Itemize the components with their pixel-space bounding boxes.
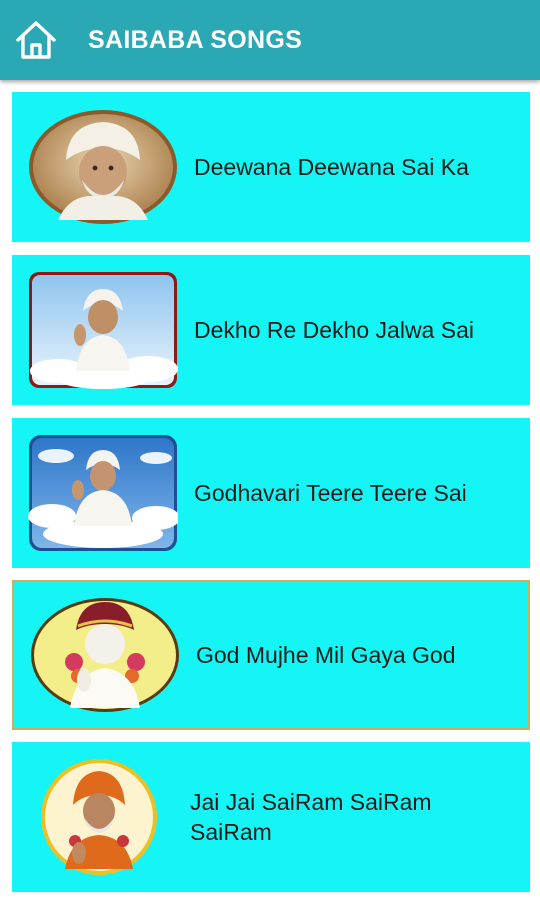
portrait-sky-clouds-icon [28, 435, 178, 551]
song-thumbnail [28, 434, 178, 552]
portrait-oval-icon [29, 110, 177, 224]
song-item-5[interactable]: Jai Jai SaiRam SaiRam SaiRam [12, 742, 530, 892]
song-title: Jai Jai SaiRam SaiRam SaiRam [190, 789, 432, 845]
song-item-4[interactable]: God Mujhe Mil Gaya God [12, 580, 530, 730]
song-item-3[interactable]: Godhavari Teere Teere Sai [12, 418, 530, 568]
song-thumbnail [36, 758, 162, 876]
app-bar: SAIBABA SONGS [0, 0, 540, 80]
song-title: Godhavari Teere Teere Sai [194, 480, 467, 506]
portrait-clouds-frame-icon [29, 272, 178, 389]
song-item-1[interactable]: Deewana Deewana Sai Ka [12, 92, 530, 242]
song-item-2[interactable]: Dekho Re Dekho Jalwa Sai [12, 255, 530, 405]
app-title: SAIBABA SONGS [88, 25, 303, 54]
song-title: Dekho Re Dekho Jalwa Sai [194, 317, 474, 343]
home-button[interactable] [12, 16, 60, 64]
song-thumbnail [28, 108, 178, 226]
song-thumbnail [28, 271, 178, 389]
song-title: Deewana Deewana Sai Ka [194, 154, 469, 180]
song-title: God Mujhe Mil Gaya God [196, 642, 456, 668]
home-icon [16, 21, 56, 59]
song-thumbnail [30, 596, 180, 714]
app-screen: SAIBABA SONGS Deewana Deewana Sai Ka Dek… [0, 0, 540, 900]
portrait-garland-oval-icon [31, 598, 179, 712]
portrait-orange-round-icon [41, 759, 157, 875]
